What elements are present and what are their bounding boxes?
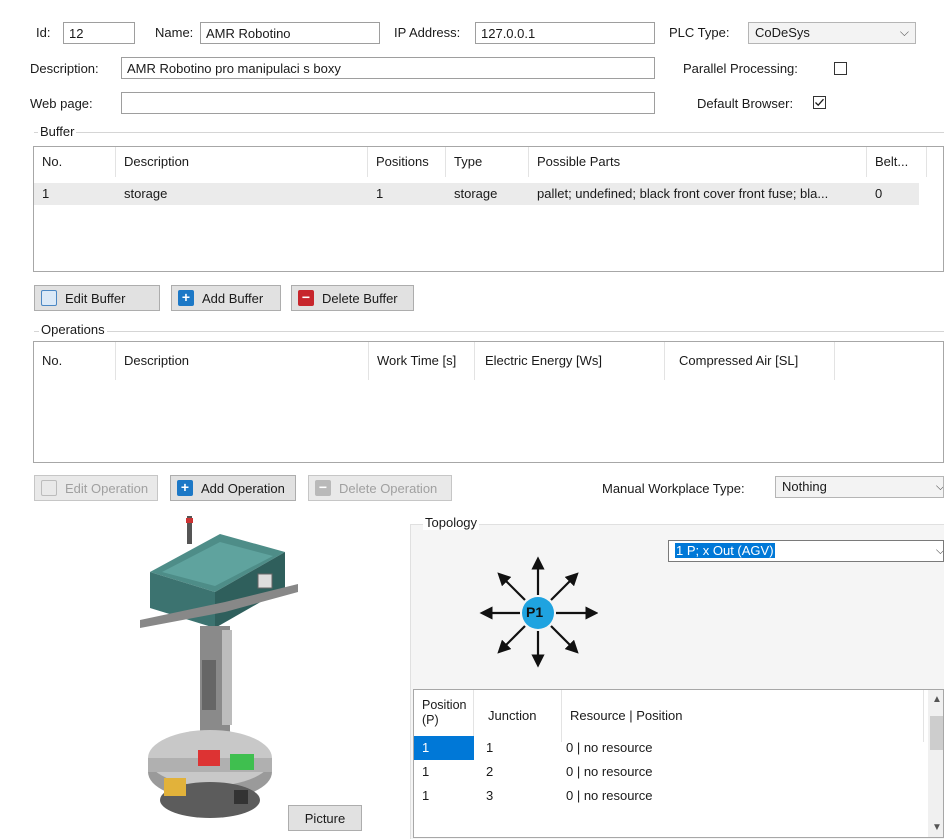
add-operation-label: Add Operation — [201, 480, 285, 496]
topology-select[interactable]: 1 P; x Out (AGV) ⌵ — [668, 540, 944, 562]
name-field[interactable] — [200, 22, 380, 44]
chevron-down-icon: ⌵ — [899, 25, 909, 39]
edit-operation-label: Edit Operation — [65, 480, 149, 496]
topology-cell-resource: 0 | no resource — [566, 740, 653, 755]
parallel-processing-label: Parallel Processing: — [683, 61, 798, 76]
topology-cell-position: 1 — [422, 764, 430, 779]
operations-group-border — [34, 331, 944, 332]
manual-workplace-value: Nothing — [782, 479, 827, 494]
buffer-col-description[interactable]: Description — [116, 147, 368, 177]
id-label: Id: — [36, 25, 51, 40]
buffer-group-border — [34, 132, 944, 133]
scrollbar-thumb[interactable] — [930, 716, 943, 750]
topology-grid[interactable]: Position (P) Junction Resource | Positio… — [413, 689, 944, 838]
topology-cell-resource: 0 | no resource — [566, 788, 653, 803]
operations-col-description[interactable]: Description — [116, 342, 369, 380]
buffer-col-no[interactable]: No. — [34, 147, 116, 177]
plus-icon: + — [177, 480, 193, 496]
picture-label: Picture — [304, 810, 346, 826]
operations-col-no[interactable]: No. — [34, 342, 116, 380]
manual-workplace-label: Manual Workplace Type: — [602, 481, 745, 496]
topology-selected-value: 1 P; x Out (AGV) — [675, 543, 775, 558]
default-browser-checkbox[interactable] — [813, 96, 826, 109]
webpage-field[interactable] — [121, 92, 655, 114]
buffer-col-positions[interactable]: Positions — [368, 147, 446, 177]
robot-image — [140, 516, 298, 818]
edit-icon — [41, 480, 57, 496]
webpage-label: Web page: — [30, 96, 93, 111]
manual-workplace-select[interactable]: Nothing ⌵ — [775, 476, 944, 498]
topology-cell-junction: 3 — [486, 788, 494, 803]
operations-grid[interactable]: No. Description Work Time [s] Electric E… — [33, 341, 944, 463]
buffer-cell-description: storage — [124, 186, 168, 201]
topology-col-resource-position[interactable]: Resource | Position — [562, 690, 924, 742]
table-row[interactable]: 1 1 0 | no resource — [414, 736, 924, 760]
buffer-col-type[interactable]: Type — [446, 147, 529, 177]
operations-col-electric-energy[interactable]: Electric Energy [Ws] — [475, 342, 665, 380]
plus-icon: + — [178, 290, 194, 306]
add-buffer-label: Add Buffer — [202, 290, 264, 306]
delete-buffer-label: Delete Buffer — [322, 290, 398, 306]
plc-type-value: CoDeSys — [755, 25, 810, 40]
topology-scrollbar[interactable]: ▲ ▼ — [928, 690, 943, 837]
description-field[interactable] — [121, 57, 655, 79]
buffer-cell-positions: 1 — [376, 186, 384, 201]
robot-picture — [130, 510, 310, 825]
buffer-grid[interactable]: No. Description Positions Type Possible … — [33, 146, 944, 272]
checkmark-icon — [815, 98, 824, 107]
buffer-cell-type: storage — [454, 186, 498, 201]
picture-button[interactable]: Picture — [288, 805, 362, 831]
id-field[interactable] — [63, 22, 135, 44]
delete-operation-button[interactable]: − Delete Operation — [308, 475, 452, 501]
operations-col-work-time[interactable]: Work Time [s] — [369, 342, 475, 380]
operations-group-title: Operations — [39, 322, 107, 337]
minus-icon: − — [298, 290, 314, 306]
buffer-cell-belt: 0 — [875, 186, 883, 201]
add-buffer-button[interactable]: + Add Buffer — [171, 285, 281, 311]
default-browser-label: Default Browser: — [697, 96, 794, 111]
edit-buffer-label: Edit Buffer — [65, 290, 126, 306]
buffer-col-possible-parts[interactable]: Possible Parts — [529, 147, 867, 177]
topology-cell-junction: 2 — [486, 764, 494, 779]
chevron-down-icon: ⌵ — [936, 479, 943, 494]
operations-col-compressed-air[interactable]: Compressed Air [SL] — [665, 342, 835, 380]
topology-group-title: Topology — [423, 515, 480, 530]
topology-col-junction[interactable]: Junction — [474, 690, 562, 742]
buffer-cell-possible-parts: pallet; undefined; black front cover fro… — [537, 186, 829, 201]
topology-cell-junction: 1 — [486, 740, 494, 755]
buffer-group-title: Buffer — [38, 124, 77, 139]
table-row[interactable]: 1 3 0 | no resource — [414, 784, 924, 808]
parallel-processing-checkbox[interactable] — [834, 62, 847, 75]
topology-cell-resource: 0 | no resource — [566, 764, 653, 779]
buffer-col-belt[interactable]: Belt... — [867, 147, 927, 177]
add-operation-button[interactable]: + Add Operation — [170, 475, 296, 501]
plc-type-select[interactable]: CoDeSys ⌵ — [748, 22, 916, 44]
topology-cell-position: 1 — [422, 788, 430, 803]
description-label: Description: — [30, 61, 99, 76]
topology-cell-position: 1 — [422, 740, 430, 755]
plc-type-label: PLC Type: — [669, 25, 730, 40]
ip-address-label: IP Address: — [394, 25, 461, 40]
topology-col-position[interactable]: Position (P) — [414, 690, 474, 742]
chevron-down-icon[interactable]: ▼ — [932, 822, 942, 833]
delete-buffer-button[interactable]: − Delete Buffer — [291, 285, 414, 311]
edit-operation-button[interactable]: Edit Operation — [34, 475, 158, 501]
table-row[interactable]: 1 storage 1 storage pallet; undefined; b… — [34, 183, 919, 205]
table-row[interactable]: 1 2 0 | no resource — [414, 760, 924, 784]
buffer-cell-no: 1 — [42, 186, 50, 201]
delete-operation-label: Delete Operation — [339, 480, 438, 496]
minus-icon: − — [315, 480, 331, 496]
name-label: Name: — [155, 25, 194, 40]
chevron-up-icon[interactable]: ▲ — [932, 694, 942, 705]
edit-icon — [41, 290, 57, 306]
ip-address-field[interactable] — [475, 22, 655, 44]
topology-node-label: P1 — [526, 604, 544, 620]
topology-diagram: P1 — [478, 555, 599, 670]
edit-buffer-button[interactable]: Edit Buffer — [34, 285, 160, 311]
chevron-down-icon: ⌵ — [936, 543, 943, 558]
